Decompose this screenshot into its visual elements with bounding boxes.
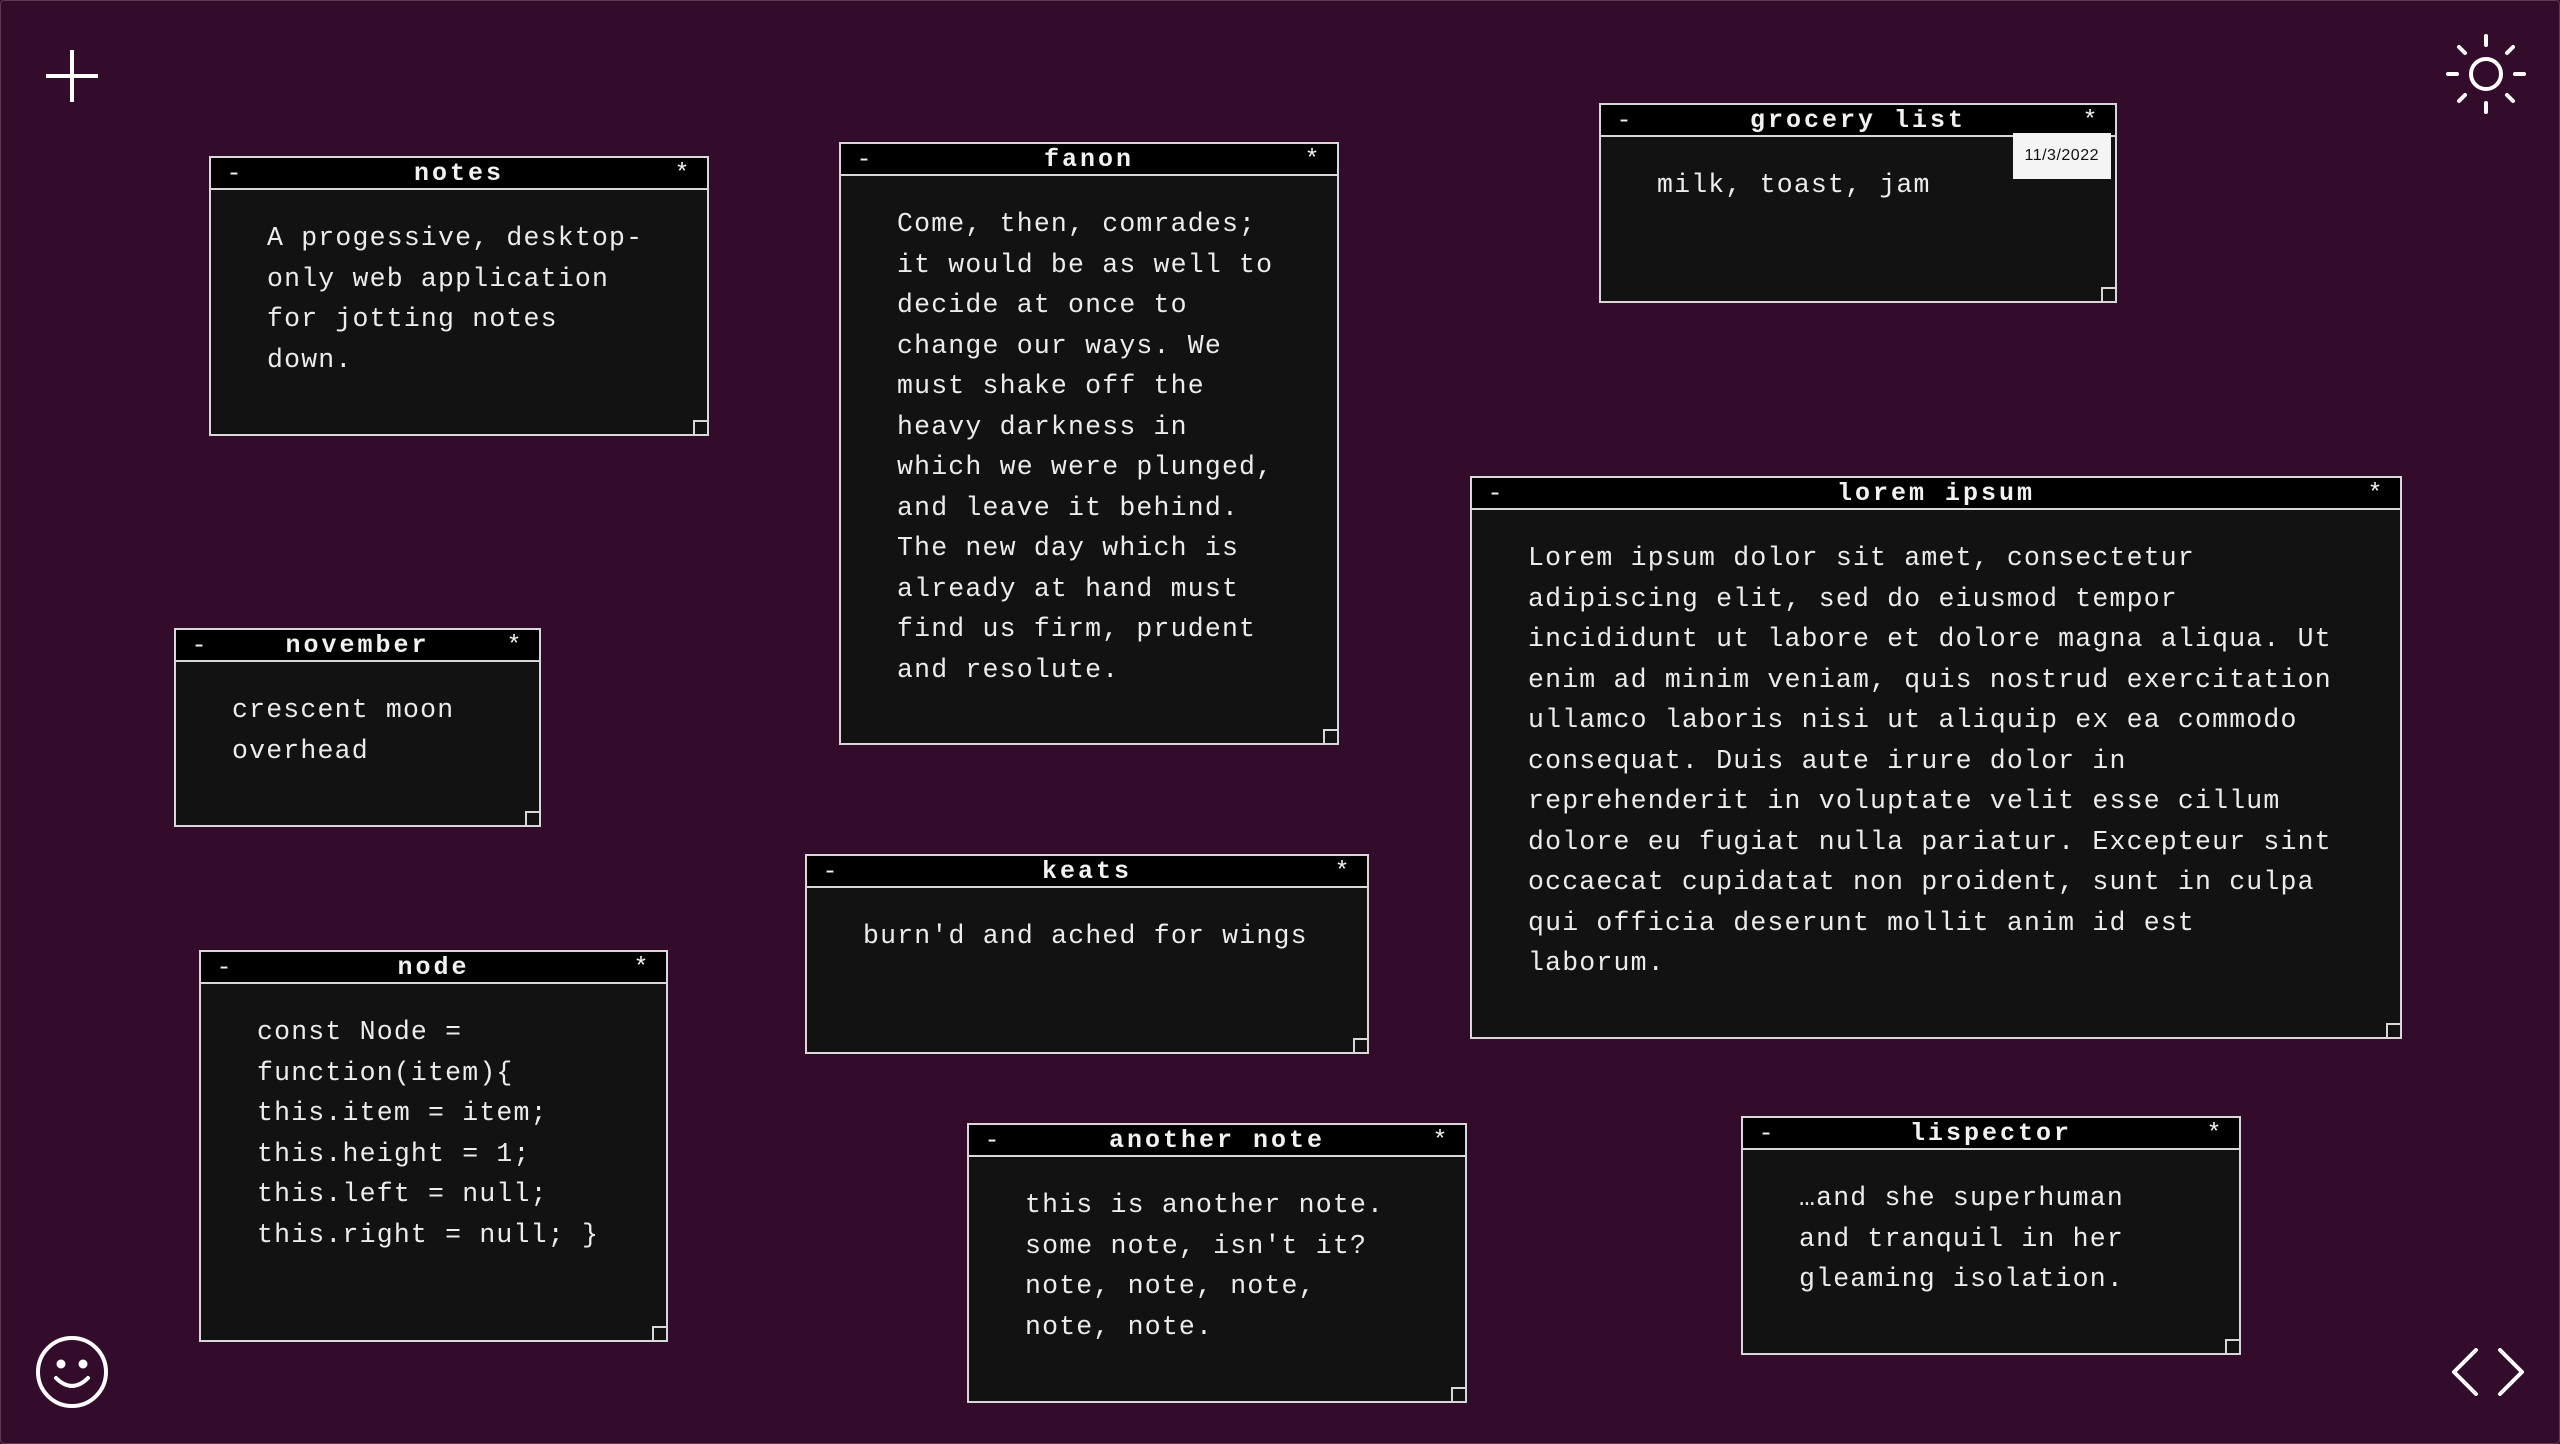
minimize-button[interactable]: - — [213, 953, 237, 982]
menu-button[interactable]: * — [1301, 145, 1325, 174]
plus-icon[interactable] — [40, 44, 104, 108]
note-body[interactable]: A progessive, desktop- only web applicat… — [211, 190, 707, 380]
resize-handle[interactable] — [652, 1326, 666, 1340]
minimize-button[interactable]: - — [1484, 479, 1508, 508]
note-card[interactable]: - another note * this is another note. s… — [967, 1123, 1467, 1403]
resize-handle[interactable] — [2101, 287, 2115, 301]
note-title: lispector — [1909, 1118, 2073, 1148]
menu-button[interactable]: * — [1331, 857, 1355, 886]
note-card[interactable]: - keats * burn'd and ached for wings — [805, 854, 1369, 1054]
note-card[interactable]: - grocery list * milk, toast, jam 11/3/2… — [1599, 103, 2117, 303]
note-title: fanon — [1043, 144, 1134, 174]
note-title-bar[interactable]: - another note * — [969, 1125, 1465, 1157]
note-title: lorem ipsum — [1836, 478, 2036, 508]
note-title: notes — [413, 158, 504, 188]
menu-button[interactable]: * — [2203, 1119, 2227, 1148]
resize-handle[interactable] — [2386, 1023, 2400, 1037]
note-body[interactable]: …and she superhuman and tranquil in her … — [1743, 1150, 2239, 1300]
note-card[interactable]: - fanon * Come, then, comrades; it would… — [839, 142, 1339, 745]
code-brackets-icon[interactable] — [2448, 1346, 2528, 1398]
menu-button[interactable]: * — [1429, 1126, 1453, 1155]
note-title: november — [285, 630, 430, 660]
note-body[interactable]: this is another note. some note, isn't i… — [969, 1157, 1465, 1347]
minimize-button[interactable]: - — [188, 631, 212, 660]
minimize-button[interactable]: - — [223, 159, 247, 188]
note-title-bar[interactable]: - keats * — [807, 856, 1367, 888]
resize-handle[interactable] — [1323, 729, 1337, 743]
note-card[interactable]: - lorem ipsum * Lorem ipsum dolor sit am… — [1470, 476, 2402, 1039]
minimize-button[interactable]: - — [981, 1126, 1005, 1155]
note-title-bar[interactable]: - lorem ipsum * — [1472, 478, 2400, 510]
menu-button[interactable]: * — [2079, 106, 2103, 135]
note-card[interactable]: - november * crescent moon overhead — [174, 628, 541, 827]
note-card[interactable]: - notes * A progessive, desktop- only we… — [209, 156, 709, 436]
note-body[interactable]: crescent moon overhead — [176, 662, 539, 771]
smiley-icon[interactable] — [34, 1334, 110, 1410]
note-card[interactable]: - lispector * …and she superhuman and tr… — [1741, 1116, 2241, 1355]
menu-button[interactable]: * — [630, 953, 654, 982]
minimize-button[interactable]: - — [1755, 1119, 1779, 1148]
menu-button[interactable]: * — [503, 631, 527, 660]
resize-handle[interactable] — [1353, 1038, 1367, 1052]
note-title-bar[interactable]: - notes * — [211, 158, 707, 190]
note-body[interactable]: Lorem ipsum dolor sit amet, consectetur … — [1472, 510, 2400, 984]
note-body[interactable]: burn'd and ached for wings — [807, 888, 1367, 957]
note-body[interactable]: const Node = function(item){ this.item =… — [201, 984, 666, 1255]
resize-handle[interactable] — [525, 811, 539, 825]
note-title: node — [397, 952, 470, 982]
resize-handle[interactable] — [1451, 1387, 1465, 1401]
sun-icon[interactable] — [2444, 32, 2528, 116]
note-title-bar[interactable]: - node * — [201, 952, 666, 984]
menu-button[interactable]: * — [671, 159, 695, 188]
note-title-bar[interactable]: - november * — [176, 630, 539, 662]
minimize-button[interactable]: - — [853, 145, 877, 174]
note-title: grocery list — [1749, 105, 1967, 135]
date-tooltip: 11/3/2022 — [2012, 133, 2111, 179]
note-title: keats — [1041, 856, 1132, 886]
note-body[interactable]: Come, then, comrades; it would be as wel… — [841, 176, 1337, 690]
minimize-button[interactable]: - — [1613, 106, 1637, 135]
minimize-button[interactable]: - — [819, 857, 843, 886]
resize-handle[interactable] — [693, 420, 707, 434]
note-title-bar[interactable]: - fanon * — [841, 144, 1337, 176]
resize-handle[interactable] — [2225, 1339, 2239, 1353]
menu-button[interactable]: * — [2364, 479, 2388, 508]
note-card[interactable]: - node * const Node = function(item){ th… — [199, 950, 668, 1342]
note-title-bar[interactable]: - lispector * — [1743, 1118, 2239, 1150]
note-title: another note — [1108, 1125, 1326, 1155]
